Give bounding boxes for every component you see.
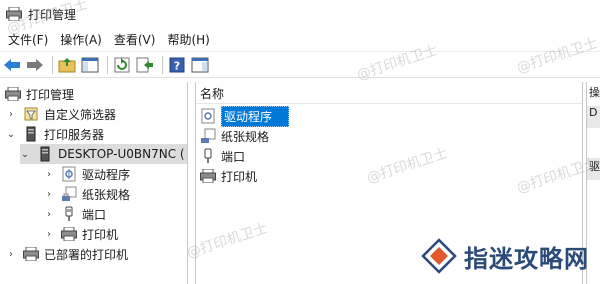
tree-item-label: 已部署的打印机 bbox=[44, 247, 129, 262]
window-title: 打印管理 bbox=[28, 7, 77, 22]
refresh-icon bbox=[114, 57, 130, 72]
tree-item-label: 纸张规格 bbox=[82, 187, 131, 202]
chevron-right-icon[interactable]: › bbox=[44, 169, 54, 180]
list-item-label: 打印机 bbox=[221, 169, 258, 184]
printer-icon bbox=[22, 246, 40, 262]
paper-forms-icon bbox=[199, 128, 217, 144]
tree-item-drivers[interactable]: › 驱动程序 bbox=[44, 164, 130, 184]
title-bar: 打印管理 bbox=[0, 0, 600, 28]
chevron-down-icon[interactable]: ⌄ bbox=[6, 129, 16, 140]
driver-icon bbox=[199, 108, 217, 124]
show-hide-tree-button[interactable] bbox=[80, 55, 100, 75]
forward-arrow-icon bbox=[27, 58, 43, 71]
brand-logo: 指迷攻略网 bbox=[420, 238, 589, 274]
actions-pane-item[interactable]: D bbox=[587, 106, 600, 128]
tree-item-forms[interactable]: › 纸张规格 bbox=[44, 184, 130, 204]
port-plug-icon bbox=[60, 206, 78, 222]
actions-pane-header: 操 bbox=[589, 86, 600, 99]
list-item-forms[interactable]: 纸张规格 bbox=[199, 126, 269, 146]
up-folder-button[interactable] bbox=[57, 55, 77, 75]
export-icon bbox=[136, 57, 153, 72]
tree-item-label: 驱动程序 bbox=[82, 167, 131, 182]
brand-text: 指迷攻略网 bbox=[464, 243, 589, 273]
menu-bar: 文件(F) 操作(A) 查看(V) 帮助(H) bbox=[0, 28, 600, 50]
tree-item-label: 打印服务器 bbox=[44, 127, 105, 142]
tree-item-deployed-printers[interactable]: › 已部署的打印机 bbox=[6, 244, 128, 264]
console-tree-icon bbox=[81, 57, 99, 72]
back-arrow-icon bbox=[4, 58, 20, 71]
tree-item-label: DESKTOP-U0BN7NC ( bbox=[58, 147, 185, 161]
chevron-right-icon[interactable]: › bbox=[6, 249, 16, 260]
chevron-right-icon[interactable]: › bbox=[44, 189, 54, 200]
toolbar: ? bbox=[0, 51, 600, 78]
column-header-name[interactable]: 名称 bbox=[196, 84, 582, 104]
list-item-label: 纸张规格 bbox=[221, 129, 270, 144]
export-list-button[interactable] bbox=[135, 55, 155, 75]
tree-item-printers[interactable]: › 打印机 bbox=[44, 224, 118, 244]
list-item-printers[interactable]: 打印机 bbox=[199, 166, 257, 186]
filter-icon bbox=[22, 106, 40, 122]
help-icon: ? bbox=[169, 57, 185, 72]
brand-diamond-icon bbox=[420, 238, 458, 274]
chevron-right-icon[interactable]: › bbox=[6, 109, 16, 120]
help-button[interactable]: ? bbox=[167, 55, 187, 75]
menu-help[interactable]: 帮助(H) bbox=[163, 29, 217, 50]
toolbar-separator bbox=[52, 55, 53, 74]
toolbar-separator bbox=[162, 55, 163, 74]
column-header-label: 名称 bbox=[200, 87, 225, 101]
menu-file[interactable]: 文件(F) bbox=[4, 29, 56, 50]
action-pane-icon bbox=[191, 57, 209, 72]
tree-item-custom-filters[interactable]: › 自定义筛选器 bbox=[6, 104, 116, 124]
print-management-icon bbox=[4, 86, 22, 102]
actions-pane-item[interactable]: 驱 bbox=[587, 158, 600, 180]
svg-text:?: ? bbox=[174, 59, 180, 72]
list-item-ports[interactable]: 端口 bbox=[199, 146, 245, 166]
list-item-label: 驱动程序 bbox=[221, 105, 290, 127]
list-item-label: 端口 bbox=[221, 149, 246, 164]
paper-forms-icon bbox=[60, 186, 78, 202]
print-management-icon bbox=[6, 6, 22, 22]
toolbar-separator bbox=[107, 55, 108, 74]
forward-button[interactable] bbox=[25, 55, 45, 75]
tree-item-print-servers[interactable]: ⌄ 打印服务器 bbox=[6, 124, 104, 144]
folder-up-icon bbox=[58, 57, 76, 72]
port-plug-icon bbox=[199, 148, 217, 164]
tree-root-label: 打印管理 bbox=[26, 87, 75, 102]
tree-item-label: 打印机 bbox=[82, 227, 119, 242]
refresh-button[interactable] bbox=[112, 55, 132, 75]
chevron-right-icon[interactable]: › bbox=[44, 209, 54, 220]
server-icon bbox=[36, 146, 54, 162]
menu-view[interactable]: 查看(V) bbox=[110, 29, 164, 50]
tree-item-label: 端口 bbox=[82, 207, 107, 222]
show-hide-action-pane-button[interactable] bbox=[190, 55, 210, 75]
tree-root[interactable]: 打印管理 bbox=[4, 84, 74, 104]
server-icon bbox=[22, 126, 40, 142]
chevron-down-icon[interactable]: ⌄ bbox=[20, 149, 30, 160]
list-item-drivers[interactable]: 驱动程序 bbox=[199, 105, 290, 127]
printer-icon bbox=[199, 168, 217, 184]
driver-icon bbox=[60, 166, 78, 182]
menu-action[interactable]: 操作(A) bbox=[56, 29, 110, 50]
tree-item-label: 自定义筛选器 bbox=[44, 107, 117, 122]
tree-item-ports[interactable]: › 端口 bbox=[44, 204, 106, 224]
chevron-right-icon[interactable]: › bbox=[44, 229, 54, 240]
printer-icon bbox=[60, 226, 78, 242]
back-button[interactable] bbox=[2, 55, 22, 75]
console-tree: 打印管理 › 自定义筛选器 ⌄ 打印服务器 ⌄ DESKTOP-U0BN7NC … bbox=[0, 82, 188, 284]
tree-item-server[interactable]: ⌄ DESKTOP-U0BN7NC ( bbox=[20, 144, 187, 164]
